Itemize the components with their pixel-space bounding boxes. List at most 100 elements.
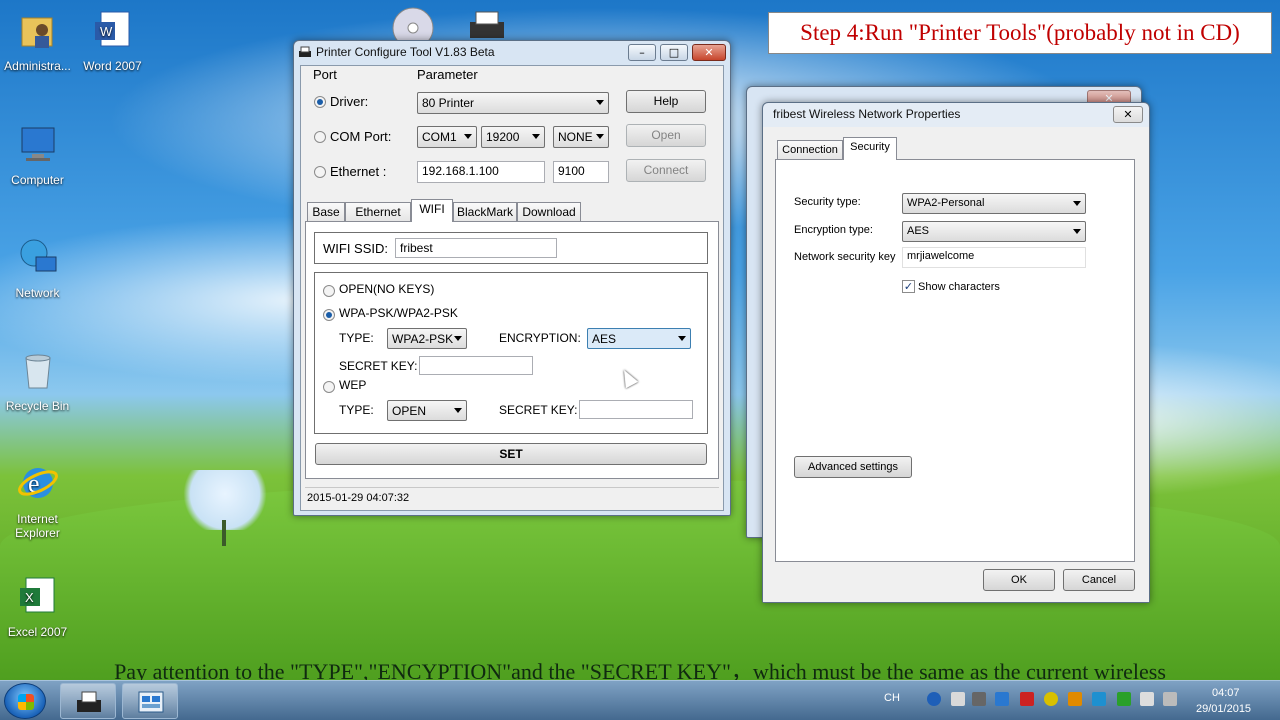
desktop-icon-excel[interactable]: X Excel 2007 [0,574,75,639]
chevron-down-icon [1073,201,1081,206]
computer-icon [21,127,54,161]
open-no-keys-radio[interactable] [323,285,335,297]
wpa-type-select[interactable]: WPA2-PSK [387,328,467,349]
desktop-icon-internet-explorer[interactable]: e Internet Explorer [0,461,75,540]
ethernet-label: Ethernet : [330,164,387,179]
wireless-titlebar[interactable]: fribest Wireless Network Properties [763,103,1149,127]
network-icon [20,239,56,272]
wep-secret-key-input[interactable] [579,400,693,419]
port-number-field[interactable]: 9100 [553,161,609,183]
language-indicator[interactable]: CH [884,692,900,704]
wep-type-label: TYPE: [339,403,374,417]
advanced-settings-button[interactable]: Advanced settings [794,456,912,478]
tab-base[interactable]: Base [307,202,345,222]
tab-download[interactable]: Download [517,202,581,222]
clock-time[interactable]: 04:07 [1212,687,1240,699]
encryption-label: ENCRYPTION: [499,331,581,345]
tab-security[interactable]: Security [843,137,897,160]
recycle-bin-icon [24,354,51,389]
tray-printer-icon[interactable] [972,692,986,706]
security-group: OPEN(NO KEYS) WPA-PSK/WPA2-PSK TYPE: WPA… [314,272,708,434]
wpa-psk-label: WPA-PSK/WPA2-PSK [339,306,458,320]
security-type-select[interactable]: WPA2-Personal [902,193,1086,214]
printer-icon[interactable] [464,8,510,40]
parity-select[interactable]: NONE [553,126,609,148]
desktop-icon-label: Recycle Bin [5,399,70,413]
network-key-label: Network security key [794,251,896,263]
desktop-icon-computer[interactable]: Computer [0,122,75,187]
tab-blackmark[interactable]: BlackMark [453,202,517,222]
taskbar-printer-tool[interactable] [60,683,116,719]
display-icon[interactable] [995,692,1009,706]
desktop-icon-network[interactable]: Network [0,235,75,300]
tab-connection[interactable]: Connection [777,140,843,160]
driver-select[interactable]: 80 Printer [417,92,609,114]
taskbar-control-panel[interactable] [122,683,178,719]
word-icon: W [94,11,129,47]
maximize-button[interactable]: □ [660,44,688,61]
control-panel-icon [138,691,164,713]
wpa-secret-key-input[interactable] [419,356,533,375]
desktop-icon-word[interactable]: W Word 2007 [75,8,150,73]
wireless-properties-window[interactable]: fribest Wireless Network Properties ✕ Co… [762,102,1150,603]
start-button[interactable] [4,683,46,719]
chevron-down-icon [1073,229,1081,234]
com-port-label: COM Port: [330,129,392,144]
printer-client-area: Port Parameter Driver: 80 Printer Help C… [300,65,724,511]
wpa-type-label: TYPE: [339,331,374,345]
desktop-icon-label: Network [15,286,60,300]
desktop-icon-label: Administra... [4,59,71,73]
baud-select[interactable]: 19200 [481,126,545,148]
ie-icon: e [17,468,58,498]
wireless-close-button[interactable]: ✕ [1113,106,1143,123]
cancel-button[interactable]: Cancel [1063,569,1135,591]
ok-button[interactable]: OK [983,569,1055,591]
wep-type-select[interactable]: OPEN [387,400,467,421]
desktop-icon-label: Excel 2007 [7,625,68,639]
printer-configure-window[interactable]: Printer Configure Tool V1.83 Beta – □ ✕ … [293,40,731,516]
tab-wifi[interactable]: WIFI [411,199,453,222]
help-button[interactable]: Help [626,90,706,113]
encryption-type-select[interactable]: AES [902,221,1086,242]
ethernet-radio[interactable] [314,166,326,178]
com-port-radio[interactable] [314,131,326,143]
driver-radio[interactable] [314,96,326,108]
desktop-icon-administrator[interactable]: Administra... [0,8,75,73]
ip-address-field[interactable]: 192.168.1.100 [417,161,545,183]
show-characters-checkbox[interactable]: ✓ [902,280,915,293]
clock-date[interactable]: 29/01/2015 [1196,703,1251,715]
encryption-select[interactable]: AES [587,328,691,349]
tray-network-icon[interactable] [1092,692,1106,706]
keyboard-icon[interactable] [951,692,965,706]
wep-radio[interactable] [323,381,335,393]
svg-text:W: W [100,24,113,39]
ssid-group: WIFI SSID: fribest [314,232,708,264]
cd-drive-icon[interactable] [390,6,436,40]
close-button[interactable]: ✕ [692,44,726,61]
user-folder-icon [21,17,52,48]
wifi-signal-icon[interactable] [1140,692,1154,706]
shield-icon[interactable] [1068,692,1082,706]
com-select[interactable]: COM1 [417,126,477,148]
set-button[interactable]: SET [315,443,707,465]
tab-ethernet[interactable]: Ethernet [345,202,411,222]
wpa-psk-radio[interactable] [323,309,335,321]
wep-label: WEP [339,378,367,392]
tray-app-icon[interactable] [1020,692,1034,706]
open-button[interactable]: Open [626,124,706,147]
security-type-label: Security type: [794,196,861,208]
taskbar [0,680,1280,720]
ssid-label: WIFI SSID: [323,241,388,256]
port-label: Port [313,67,337,82]
chevron-down-icon [678,336,686,341]
ssid-input[interactable]: fribest [395,238,557,258]
desktop-icon-recycle-bin[interactable]: Recycle Bin [0,348,75,413]
flag-icon[interactable] [1117,692,1131,706]
connect-button[interactable]: Connect [626,159,706,182]
help-icon[interactable] [927,692,941,706]
encryption-type-label: Encryption type: [794,224,873,236]
tray-status-icon[interactable] [1044,692,1058,706]
minimize-button[interactable]: – [628,44,656,61]
volume-icon[interactable] [1163,692,1177,706]
network-key-input[interactable]: mrjiawelcome [902,247,1086,268]
